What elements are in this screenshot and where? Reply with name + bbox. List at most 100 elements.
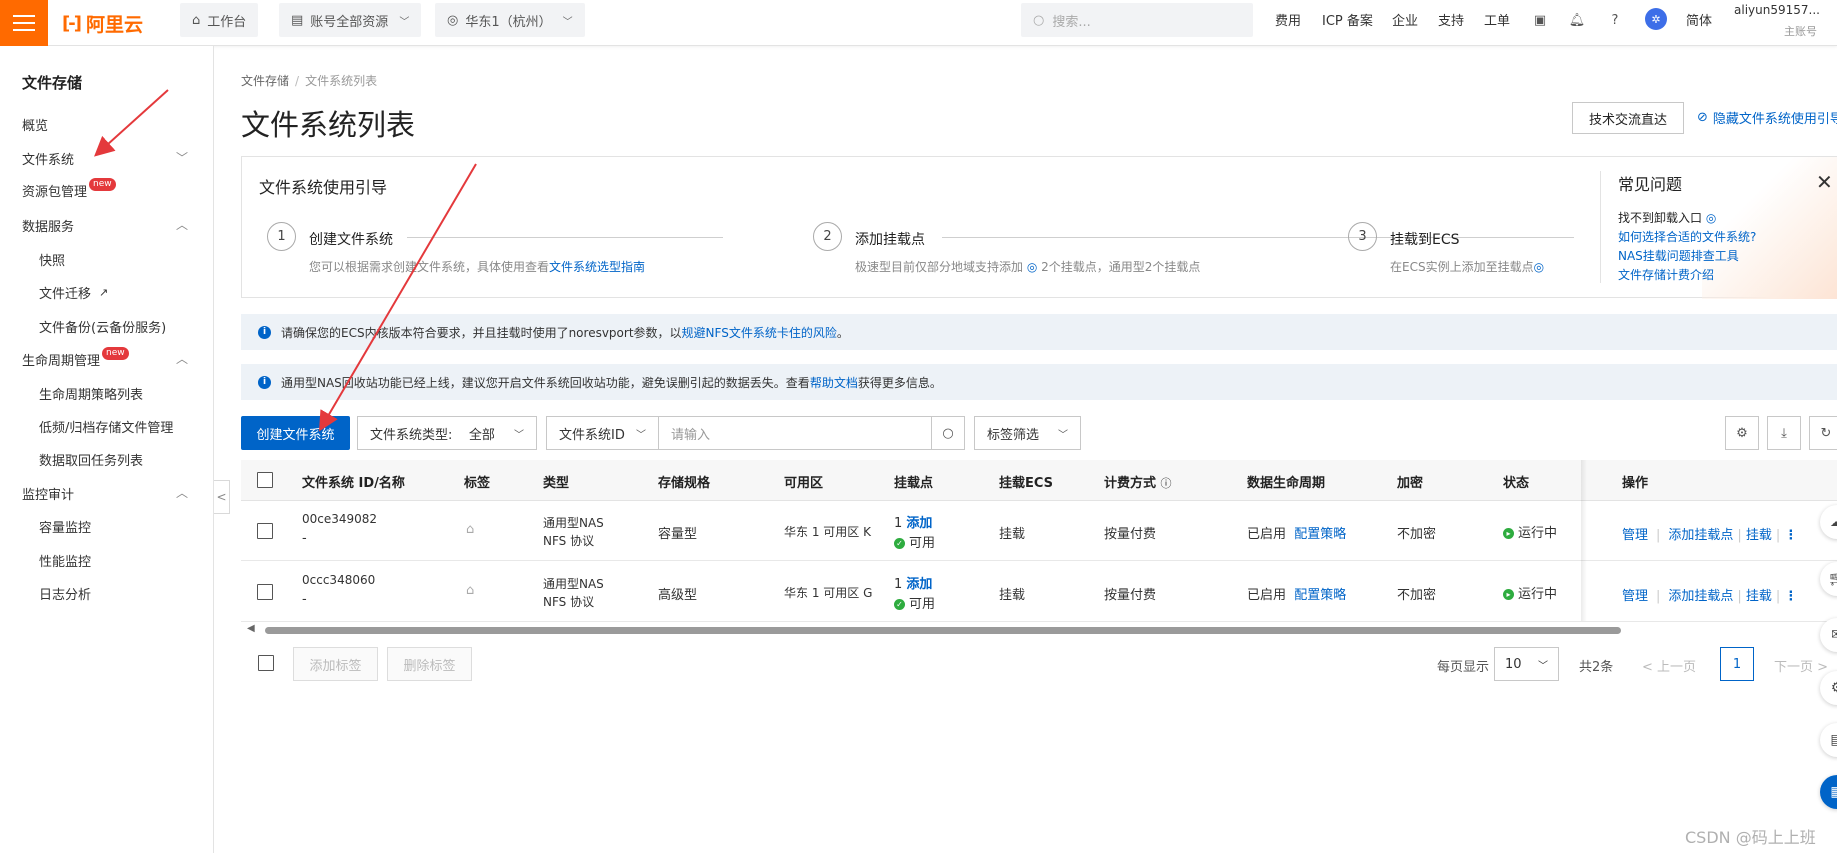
tag-icon[interactable]: ⌂ (466, 522, 474, 537)
scrollbar-thumb[interactable] (265, 627, 1621, 634)
configure-policy-link[interactable]: 配置策略 (1294, 588, 1346, 603)
region-dropdown[interactable]: ◎ 华东1（杭州） ﹀ (435, 3, 585, 37)
watermark: CSDN @码上上班 (1685, 828, 1816, 847)
fs-selection-guide-link[interactable]: 文件系统选型指南 (549, 260, 645, 274)
chevron-up-icon[interactable]: ︿ (176, 216, 188, 233)
download-icon[interactable]: ⤓ (1767, 416, 1801, 450)
nfs-risk-link[interactable]: 规避NFS文件系统卡住的风险 (682, 326, 837, 340)
faq-item[interactable]: 找不到卸载入口 ◎ (1618, 209, 1716, 226)
chevron-down-icon[interactable]: ﹀ (176, 149, 188, 166)
faq-item[interactable]: NAS挂载问题排查工具 (1618, 247, 1739, 264)
more-icon[interactable]: ⋮ (1784, 528, 1797, 543)
select-all-checkbox[interactable] (257, 472, 273, 488)
row-checkbox[interactable] (257, 523, 273, 539)
breadcrumb-root[interactable]: 文件存储 (241, 74, 289, 88)
nav-icp[interactable]: ICP 备案 (1322, 10, 1373, 29)
sidebar-item-log[interactable]: 日志分析 (39, 584, 91, 603)
sidebar-item-resource-package[interactable]: 资源包管理 new (22, 178, 116, 200)
more-icon[interactable]: ⋮ (1784, 589, 1797, 604)
mount-ecs-link[interactable]: 挂载 (999, 584, 1025, 603)
sidebar-item-data-service[interactable]: 数据服务 (22, 216, 74, 235)
sidebar-item-backup[interactable]: 文件备份(云备份服务) (39, 317, 166, 336)
add-mount-link[interactable]: 添加 (906, 516, 932, 531)
sidebar-item-migration[interactable]: 文件迁移 ↗ (39, 283, 108, 302)
info-icon[interactable]: ◎ (1027, 260, 1037, 274)
account-resources-dropdown[interactable]: ▤ 账号全部资源 ﹀ (279, 3, 422, 37)
sidebar-item-performance[interactable]: 性能监控 (39, 551, 91, 570)
add-mount-point-link[interactable]: 添加挂载点 (1668, 528, 1733, 543)
help-doc-link[interactable]: 帮助文档 (810, 376, 858, 390)
prev-page-button[interactable]: < 上一页 (1642, 656, 1696, 675)
row-checkbox[interactable] (257, 584, 273, 600)
sidebar-item-monitor[interactable]: 监控审计 (22, 484, 74, 503)
nav-billing[interactable]: 费用 (1275, 10, 1301, 29)
header-id: 文件系统 ID/名称 (302, 476, 405, 491)
tag-icon[interactable]: ⌂ (466, 583, 474, 598)
remove-tag-button[interactable]: 删除标签 (387, 647, 472, 681)
user-name[interactable]: aliyun59157... (1734, 3, 1820, 17)
id-field-select[interactable]: 文件系统ID ﹀ (546, 416, 659, 450)
fs-id-link[interactable]: 0ccc348060 (302, 573, 375, 587)
tag-filter-button[interactable]: 标签筛选 ﹀ (974, 416, 1081, 450)
next-page-button[interactable]: 下一页 > (1774, 656, 1828, 675)
workbench-button[interactable]: ⌂ 工作台 (180, 3, 259, 37)
chevron-up-icon[interactable]: ︿ (176, 484, 188, 501)
settings-float-icon[interactable]: ⚙ (1820, 671, 1837, 705)
add-tag-button[interactable]: 添加标签 (293, 647, 378, 681)
sidebar: 文件存储 概览 文件系统 ﹀ 资源包管理 new 数据服务 ︿ 快照 文件迁移 … (0, 46, 214, 853)
settings-icon[interactable]: ⚙ (1725, 416, 1759, 450)
sidebar-item-file-system[interactable]: 文件系统 (22, 149, 74, 168)
faq-item[interactable]: 文件存储计费介绍 (1618, 266, 1714, 283)
search-field[interactable]: 请输入 (658, 416, 932, 450)
mount-link[interactable]: 挂载 (1746, 528, 1772, 543)
close-icon[interactable]: ✕ (1816, 170, 1833, 194)
mount-link[interactable]: 挂载 (1746, 589, 1772, 604)
header-actions: 操作 (1622, 476, 1649, 491)
add-mount-link[interactable]: 添加 (906, 577, 932, 592)
nav-enterprise[interactable]: 企业 (1392, 10, 1418, 29)
faq-item[interactable]: 如何选择合适的文件系统? (1618, 228, 1756, 245)
page-number[interactable]: 1 (1720, 647, 1754, 681)
horizontal-scrollbar[interactable]: ◀ (241, 623, 1837, 635)
sidebar-collapse-handle[interactable]: < (214, 480, 230, 514)
sidebar-item-low-frequency[interactable]: 低频/归档存储文件管理 (39, 417, 173, 436)
apps-icon[interactable]: ▦ (1820, 775, 1837, 809)
nav-ticket[interactable]: 工单 (1484, 10, 1510, 29)
terminal-icon[interactable]: ▣ (1530, 10, 1550, 30)
bell-icon[interactable]: 🔔︎ (1567, 10, 1587, 30)
add-mount-point-link[interactable]: 添加挂载点 (1668, 589, 1733, 604)
tech-exchange-button[interactable]: 技术交流直达 (1572, 102, 1684, 134)
page-size-select[interactable]: 10 ﹀ (1494, 647, 1559, 681)
chevron-up-icon[interactable]: ︿ (176, 350, 188, 367)
sidebar-item-overview[interactable]: 概览 (22, 115, 48, 134)
document-icon[interactable]: ▤ (1820, 723, 1837, 757)
manage-link[interactable]: 管理 (1622, 589, 1648, 604)
create-file-system-button[interactable]: 创建文件系统 (241, 416, 350, 450)
configure-policy-link[interactable]: 配置策略 (1294, 527, 1346, 542)
sidebar-item-data-retrieval[interactable]: 数据取回任务列表 (39, 450, 143, 469)
help-icon[interactable]: ? (1605, 10, 1625, 30)
footer-select-all-checkbox[interactable] (258, 655, 274, 671)
sidebar-item-lifecycle-policy[interactable]: 生命周期策略列表 (39, 384, 143, 403)
mount-ecs-link[interactable]: 挂载 (999, 523, 1025, 542)
nav-support[interactable]: 支持 (1438, 10, 1464, 29)
scroll-left-icon[interactable]: ◀ (247, 623, 255, 634)
fs-id-link[interactable]: 00ce349082 (302, 512, 377, 526)
hide-guide-link[interactable]: ⊘ 隐藏文件系统使用引导 (1697, 108, 1837, 127)
menu-icon[interactable] (0, 0, 48, 46)
search-input[interactable]: ○ 搜索... (1021, 3, 1253, 37)
aliyun-logo[interactable]: [-] 阿里云 (62, 9, 143, 37)
language-switch[interactable]: 简体 (1686, 10, 1712, 29)
mount-status: ✓ 可用 (894, 593, 935, 612)
sidebar-item-snapshot[interactable]: 快照 (39, 250, 65, 269)
assistant-icon[interactable]: ✲ (1645, 8, 1667, 30)
sidebar-item-capacity[interactable]: 容量监控 (39, 517, 91, 536)
chat-icon[interactable]: ✉ (1820, 618, 1837, 652)
fs-protocol: NFS 协议 (543, 595, 595, 609)
sidebar-item-lifecycle[interactable]: 生命周期管理 new (22, 347, 129, 369)
search-button[interactable]: ○ (931, 416, 965, 450)
refresh-icon[interactable]: ↻ (1809, 416, 1837, 450)
info-icon[interactable]: ◎ (1534, 260, 1544, 274)
manage-link[interactable]: 管理 (1622, 528, 1648, 543)
fs-type-select[interactable]: 文件系统类型: 全部 ﹀ (357, 416, 537, 450)
